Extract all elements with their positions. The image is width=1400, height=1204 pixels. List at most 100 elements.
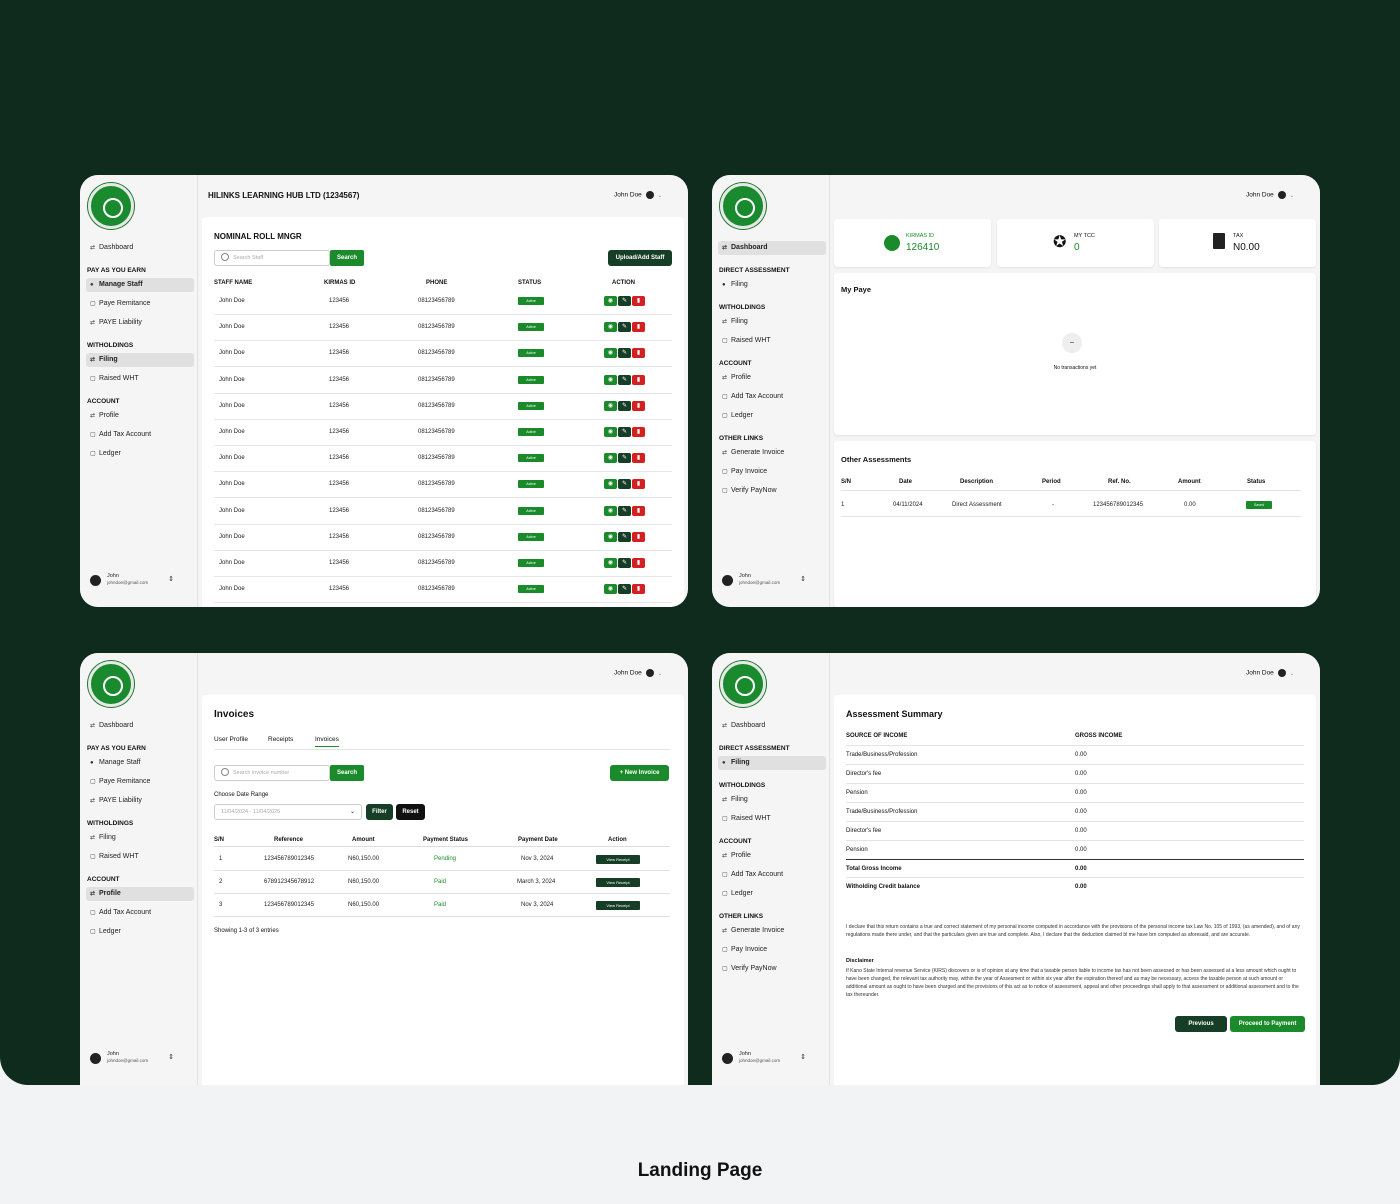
eye-icon[interactable]: ◉ (604, 348, 617, 359)
table-row[interactable]: 3 123456789012345 N60,150.00 Paid Nov 3, 202… (214, 894, 670, 917)
user-menu[interactable]: John johndoe@gmail.com ⇕ (722, 1051, 822, 1069)
nav-generate-invoice[interactable]: ⇄ Generate Invoice (718, 446, 826, 460)
edit-icon[interactable]: ✎ (618, 374, 631, 385)
tab-invoices[interactable]: Invoices (315, 736, 339, 747)
nav-add-tax-account[interactable]: ▢ Add Tax Account (86, 428, 194, 442)
nav-manage-staff[interactable]: ● Manage Staff (86, 756, 194, 770)
filter-button[interactable]: Filter (366, 804, 393, 820)
edit-icon[interactable]: ✎ (618, 427, 631, 437)
eye-icon[interactable]: ◉ (604, 296, 617, 306)
edit-icon[interactable]: ✎ (618, 584, 631, 595)
table-row[interactable]: John Doe 123456 08123456789 Active ◉ ✎ ▮ (214, 551, 672, 577)
table-row[interactable]: John Doe 123456 08123456789 Active ◉ ✎ ▮ (214, 499, 672, 525)
nav-filing-wht[interactable]: ⇄ Filing (718, 315, 826, 329)
search-input[interactable]: Search Staff (214, 250, 330, 266)
user-dropdown[interactable]: John Doe ⌄ (1246, 669, 1294, 677)
user-menu[interactable]: John johndoe@gmail.com ⇕ (722, 573, 822, 591)
nav-ledger[interactable]: ▢ Ledger (718, 409, 826, 423)
edit-icon[interactable]: ✎ (618, 400, 631, 411)
table-row[interactable]: John Doe 123456 08123456789 Active ◉ ✎ ▮ (214, 289, 672, 315)
tab-receipts[interactable]: Receipts (268, 736, 293, 743)
trash-icon[interactable]: ▮ (632, 531, 645, 542)
user-dropdown[interactable]: John Doe ⌄ (1246, 191, 1294, 199)
table-row[interactable]: John Doe 123456 08123456789 Active ◉ ✎ ▮ (214, 368, 672, 394)
eye-icon[interactable]: ◉ (604, 479, 617, 490)
nav-verify-paynow[interactable]: ▢ Verify PayNow (718, 962, 826, 976)
eye-icon[interactable]: ◉ (604, 505, 617, 516)
nav-ledger[interactable]: ▢ Ledger (718, 887, 826, 901)
trash-icon[interactable]: ▮ (632, 505, 645, 516)
view-receipt-button[interactable]: View Receipt (596, 855, 640, 864)
nav-raised-wht[interactable]: ▢ Raised WHT (86, 850, 194, 864)
edit-icon[interactable]: ✎ (618, 531, 631, 542)
nav-filing-wht[interactable]: ⇄ Filing (718, 793, 826, 807)
trash-icon[interactable]: ▮ (632, 348, 645, 359)
nav-raised-wht[interactable]: ▢ Raised WHT (86, 372, 194, 386)
nav-add-tax-account[interactable]: ▢ Add Tax Account (718, 868, 826, 882)
nav-dashboard[interactable]: ⇄ Dashboard (718, 719, 826, 733)
table-row[interactable]: John Doe 123456 08123456789 Active ◉ ✎ ▮ (214, 472, 672, 499)
nav-ledger[interactable]: ▢ Ledger (86, 447, 194, 461)
nav-dashboard[interactable]: ⇄ Dashboard (86, 241, 194, 255)
edit-icon[interactable]: ✎ (618, 558, 631, 568)
view-receipt-button[interactable]: View Receipt (596, 878, 640, 887)
nav-filing[interactable]: ● Filing (718, 756, 826, 770)
tab-user-profile[interactable]: User Profile (214, 736, 248, 743)
edit-icon[interactable]: ✎ (618, 322, 631, 333)
view-receipt-button[interactable]: View Receipt (596, 901, 640, 910)
table-row[interactable]: John Doe 123456 08123456789 Active ◉ ✎ ▮ (214, 577, 672, 604)
reset-button[interactable]: Reset (396, 804, 425, 820)
user-dropdown[interactable]: John Doe ⌄ (614, 191, 662, 199)
nav-profile[interactable]: ⇄ Profile (718, 849, 826, 863)
nav-add-tax-account[interactable]: ▢ Add Tax Account (86, 906, 194, 920)
nav-profile[interactable]: ⇄ Profile (86, 409, 194, 423)
nav-pay-invoice[interactable]: ▢ Pay Invoice (718, 465, 826, 479)
trash-icon[interactable]: ▮ (632, 322, 645, 333)
nav-dashboard[interactable]: ⇄ Dashboard (86, 719, 194, 733)
user-menu[interactable]: John johndoe@gmail.com ⇕ (90, 1051, 190, 1069)
table-row[interactable]: John Doe 123456 08123456789 Active ◉ ✎ ▮ (214, 341, 672, 368)
edit-icon[interactable]: ✎ (618, 348, 631, 359)
eye-icon[interactable]: ◉ (604, 322, 617, 333)
user-menu[interactable]: John johndoe@gmail.com ⇕ (90, 573, 190, 591)
search-button[interactable]: Search (330, 250, 364, 266)
nav-raised-wht[interactable]: ▢ Raised WHT (718, 812, 826, 826)
user-dropdown[interactable]: John Doe ⌄ (614, 669, 662, 677)
table-row[interactable]: 2 678912345678912 N60,150.00 Paid March 3, 2… (214, 871, 670, 894)
edit-icon[interactable]: ✎ (618, 479, 631, 490)
edit-icon[interactable]: ✎ (618, 505, 631, 516)
trash-icon[interactable]: ▮ (632, 374, 645, 385)
table-row[interactable]: John Doe 123456 08123456789 Active ◉ ✎ ▮ (214, 394, 672, 420)
nav-raised-wht[interactable]: ▢ Raised WHT (718, 334, 826, 348)
nav-paye-remitance[interactable]: ▢ Paye Remitance (86, 297, 194, 311)
trash-icon[interactable]: ▮ (632, 427, 645, 437)
trash-icon[interactable]: ▮ (632, 558, 645, 568)
table-row[interactable]: John Doe 123456 08123456789 Active ◉ ✎ ▮ (214, 315, 672, 342)
table-row[interactable]: John Doe 123456 08123456789 Active ◉ ✎ ▮ (214, 420, 672, 446)
nav-pay-invoice[interactable]: ▢ Pay Invoice (718, 943, 826, 957)
nav-filing[interactable]: ⇄ Filing (86, 831, 194, 845)
edit-icon[interactable]: ✎ (618, 453, 631, 464)
trash-icon[interactable]: ▮ (632, 296, 645, 306)
eye-icon[interactable]: ◉ (604, 584, 617, 595)
trash-icon[interactable]: ▮ (632, 479, 645, 490)
eye-icon[interactable]: ◉ (604, 453, 617, 464)
nav-paye-remitance[interactable]: ▢ Paye Remitance (86, 775, 194, 789)
nav-manage-staff[interactable]: ● Manage Staff (86, 278, 194, 292)
trash-icon[interactable]: ▮ (632, 453, 645, 464)
table-row[interactable]: 1 04/11/2024 Direct Assessment - 1234567… (841, 493, 1301, 517)
nav-paye-liability[interactable]: ⇄ PAYE Liability (86, 316, 194, 330)
nav-generate-invoice[interactable]: ⇄ Generate Invoice (718, 924, 826, 938)
eye-icon[interactable]: ◉ (604, 427, 617, 437)
eye-icon[interactable]: ◉ (604, 400, 617, 411)
table-row[interactable]: John Doe 123456 08123456789 Active ◉ ✎ ▮ (214, 525, 672, 551)
search-button[interactable]: Search (330, 765, 364, 781)
table-row[interactable]: John Doe 123456 08123456789 Active ◉ ✎ ▮ (214, 446, 672, 473)
nav-verify-paynow[interactable]: ▢ Verify PayNow (718, 484, 826, 498)
proceed-to-payment-button[interactable]: Proceed to Payment (1230, 1016, 1305, 1032)
nav-filing[interactable]: ● Filing (718, 278, 826, 292)
table-row[interactable]: 1 123456789012345 N60,150.00 Pending Nov 3, … (214, 848, 670, 871)
nav-add-tax-account[interactable]: ▢ Add Tax Account (718, 390, 826, 404)
trash-icon[interactable]: ▮ (632, 400, 645, 411)
nav-ledger[interactable]: ▢ Ledger (86, 925, 194, 939)
